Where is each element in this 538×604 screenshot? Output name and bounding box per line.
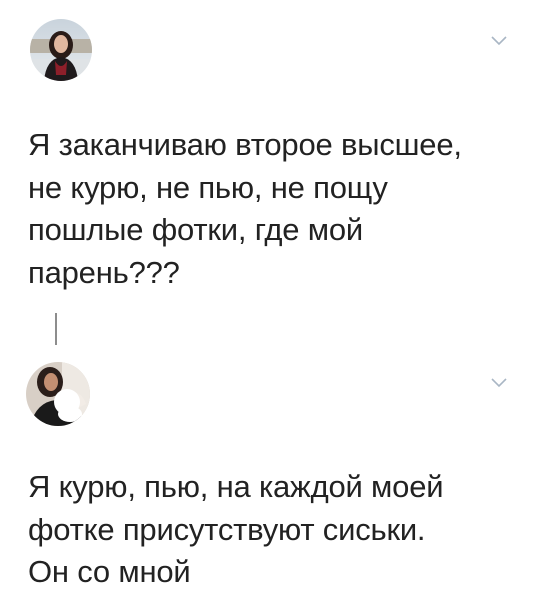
tweet-1-text: Я заканчиваю второе высшее, не курю, не … [28, 124, 528, 294]
name-redaction [118, 22, 318, 68]
avatar-photo-icon [30, 19, 92, 81]
thread-connector-line [55, 313, 57, 345]
name-redaction [112, 360, 302, 410]
chevron-down-icon[interactable] [491, 36, 507, 46]
avatar[interactable] [30, 19, 92, 81]
avatar[interactable] [26, 362, 90, 426]
avatar-photo-icon [26, 362, 90, 426]
tweet-text-line: Я заканчиваю второе высшее, [28, 127, 462, 162]
chevron-down-icon[interactable] [491, 378, 507, 388]
tweet-text-line: фотке присутствуют сиськи. [28, 511, 426, 547]
tweet-text-line: Я курю, пью, на каждой моей [28, 469, 444, 504]
tweet-text-line: парень??? [28, 254, 180, 290]
tweet-text-line: не курю, не пью, не пощу [28, 169, 388, 205]
tweet-2-text: Я курю, пью, на каждой моей фотке присут… [28, 466, 528, 594]
tweet-text-line: Он со мной [28, 554, 191, 589]
tweet-text-line: пошлые фотки, где мой [28, 212, 364, 247]
